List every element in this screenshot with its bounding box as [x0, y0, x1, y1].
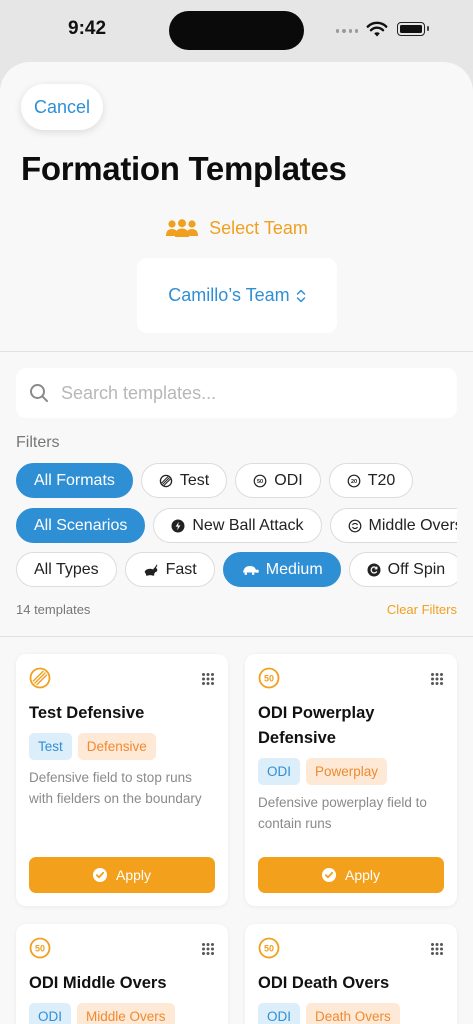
apply-label: Apply	[115, 867, 152, 883]
status-bar: 9:42	[0, 0, 473, 62]
chip-label: Off Spin	[387, 560, 446, 578]
chip-all-formats[interactable]: All Formats	[16, 463, 133, 498]
team-picker-value: Camillo’s Team	[168, 285, 290, 305]
apply-button[interactable]: Apply	[258, 857, 444, 893]
type-filter-row: All Types Fast Medium Off Spin	[16, 552, 457, 587]
chip-t20[interactable]: 20 T20	[328, 463, 414, 498]
format-tag: Test	[29, 733, 72, 760]
template-sheet: Cancel Formation Templates Select Team C…	[0, 62, 473, 1024]
chip-medium[interactable]: Medium	[222, 552, 341, 587]
format-tag: ODI	[258, 1003, 301, 1024]
card-tags: Test Defensive	[29, 733, 156, 760]
fifty-badge-icon: 50	[258, 937, 280, 959]
cricket-ball-icon	[29, 667, 51, 689]
team-picker[interactable]: Camillo’s Team	[137, 258, 337, 333]
svg-text:50: 50	[264, 943, 274, 953]
card-description: Defensive field to stop runs with fielde…	[29, 770, 202, 806]
chip-label: Test	[179, 471, 210, 489]
grip-icon[interactable]	[430, 942, 444, 956]
chip-label: ODI	[274, 471, 303, 489]
format-filter-row: All Formats Test 50 ODI 20 T20	[16, 463, 457, 498]
chip-all-types[interactable]: All Types	[16, 552, 117, 587]
chip-label: All Formats	[34, 471, 115, 489]
card-title: ODI Powerplay Defensive	[258, 704, 375, 747]
scenario-tag: Middle Overs	[77, 1003, 175, 1024]
cancel-button[interactable]: Cancel	[21, 84, 103, 130]
card-tags: ODI Powerplay	[258, 758, 388, 785]
select-team-header: Select Team	[0, 218, 473, 239]
card-title: Test Defensive	[29, 704, 145, 722]
chevron-up-down-icon	[296, 289, 305, 302]
chip-middle-overs[interactable]: Middle Overs	[329, 508, 457, 543]
grip-icon[interactable]	[201, 672, 215, 686]
chip-off-spin[interactable]: Off Spin	[348, 552, 457, 587]
timer-icon	[348, 519, 361, 532]
status-time: 9:42	[68, 18, 107, 39]
checkmark-circle-icon	[321, 868, 336, 882]
dynamic-island	[169, 11, 304, 50]
chip-fast[interactable]: Fast	[124, 552, 215, 587]
divider	[0, 351, 473, 352]
card-title: ODI Middle Overs	[29, 974, 167, 992]
chip-all-scenarios[interactable]: All Scenarios	[16, 508, 146, 543]
fifty-badge-icon: 50	[29, 937, 51, 959]
svg-text:20: 20	[351, 479, 357, 485]
page-title: Formation Templates	[21, 150, 347, 187]
chip-label: All Types	[34, 560, 99, 578]
chip-label: New Ball Attack	[192, 516, 304, 534]
chip-label: All Scenarios	[34, 516, 128, 534]
cricket-ball-icon	[159, 474, 173, 487]
wifi-icon	[366, 21, 388, 37]
search-input[interactable]	[59, 381, 443, 405]
chip-label: Fast	[165, 560, 197, 578]
card-tags: ODI Middle Overs	[29, 1003, 175, 1024]
apply-label: Apply	[344, 867, 381, 883]
chip-label: Medium	[265, 560, 323, 578]
template-card[interactable]: Test Defensive Test Defensive Defensive …	[16, 654, 228, 906]
select-team-label: Select Team	[209, 218, 308, 238]
card-title: ODI Death Overs	[258, 974, 390, 992]
filters-label: Filters	[16, 434, 60, 451]
template-count: 14 templates	[16, 602, 91, 617]
tortoise-icon	[242, 565, 259, 575]
scenario-filter-row: All Scenarios New Ball Attack Middle Ove…	[16, 508, 457, 543]
team-icon	[166, 218, 199, 237]
fifty-badge-icon: 50	[253, 474, 267, 487]
twenty-badge-icon: 20	[347, 474, 361, 487]
grip-icon[interactable]	[201, 942, 215, 956]
divider	[0, 636, 473, 637]
template-card[interactable]: 50 ODI Middle Overs ODI Middle Overs	[16, 924, 228, 1024]
fifty-badge-icon: 50	[258, 667, 280, 689]
spin-icon	[367, 563, 381, 576]
signal-icon	[336, 28, 358, 34]
chip-test[interactable]: Test	[140, 463, 228, 498]
chip-label: T20	[367, 471, 396, 489]
battery-icon	[397, 22, 429, 36]
search-icon	[30, 384, 48, 402]
format-tag: ODI	[258, 758, 301, 785]
clear-filters-button[interactable]: Clear Filters	[387, 602, 457, 617]
card-tags: ODI Death Overs	[258, 1003, 400, 1024]
apply-button[interactable]: Apply	[29, 857, 215, 893]
chip-new-ball-attack[interactable]: New Ball Attack	[153, 508, 322, 543]
checkmark-circle-icon	[92, 868, 107, 882]
bolt-icon	[171, 519, 185, 532]
grip-icon[interactable]	[430, 672, 444, 686]
search-bar[interactable]	[16, 368, 457, 418]
template-card[interactable]: 50 ODI Powerplay Defensive ODI Powerplay…	[245, 654, 457, 906]
card-description: Defensive powerplay field to contain run…	[258, 795, 427, 831]
format-tag: ODI	[29, 1003, 72, 1024]
chip-odi[interactable]: 50 ODI	[235, 463, 321, 498]
scenario-tag: Defensive	[77, 733, 156, 760]
svg-text:50: 50	[35, 943, 45, 953]
chip-label: Middle Overs	[368, 516, 457, 534]
scenario-tag: Powerplay	[306, 758, 388, 785]
hare-icon	[144, 564, 158, 576]
svg-text:50: 50	[257, 479, 263, 485]
template-card[interactable]: 50 ODI Death Overs ODI Death Overs	[245, 924, 457, 1024]
svg-text:50: 50	[264, 673, 274, 683]
scenario-tag: Death Overs	[306, 1003, 400, 1024]
